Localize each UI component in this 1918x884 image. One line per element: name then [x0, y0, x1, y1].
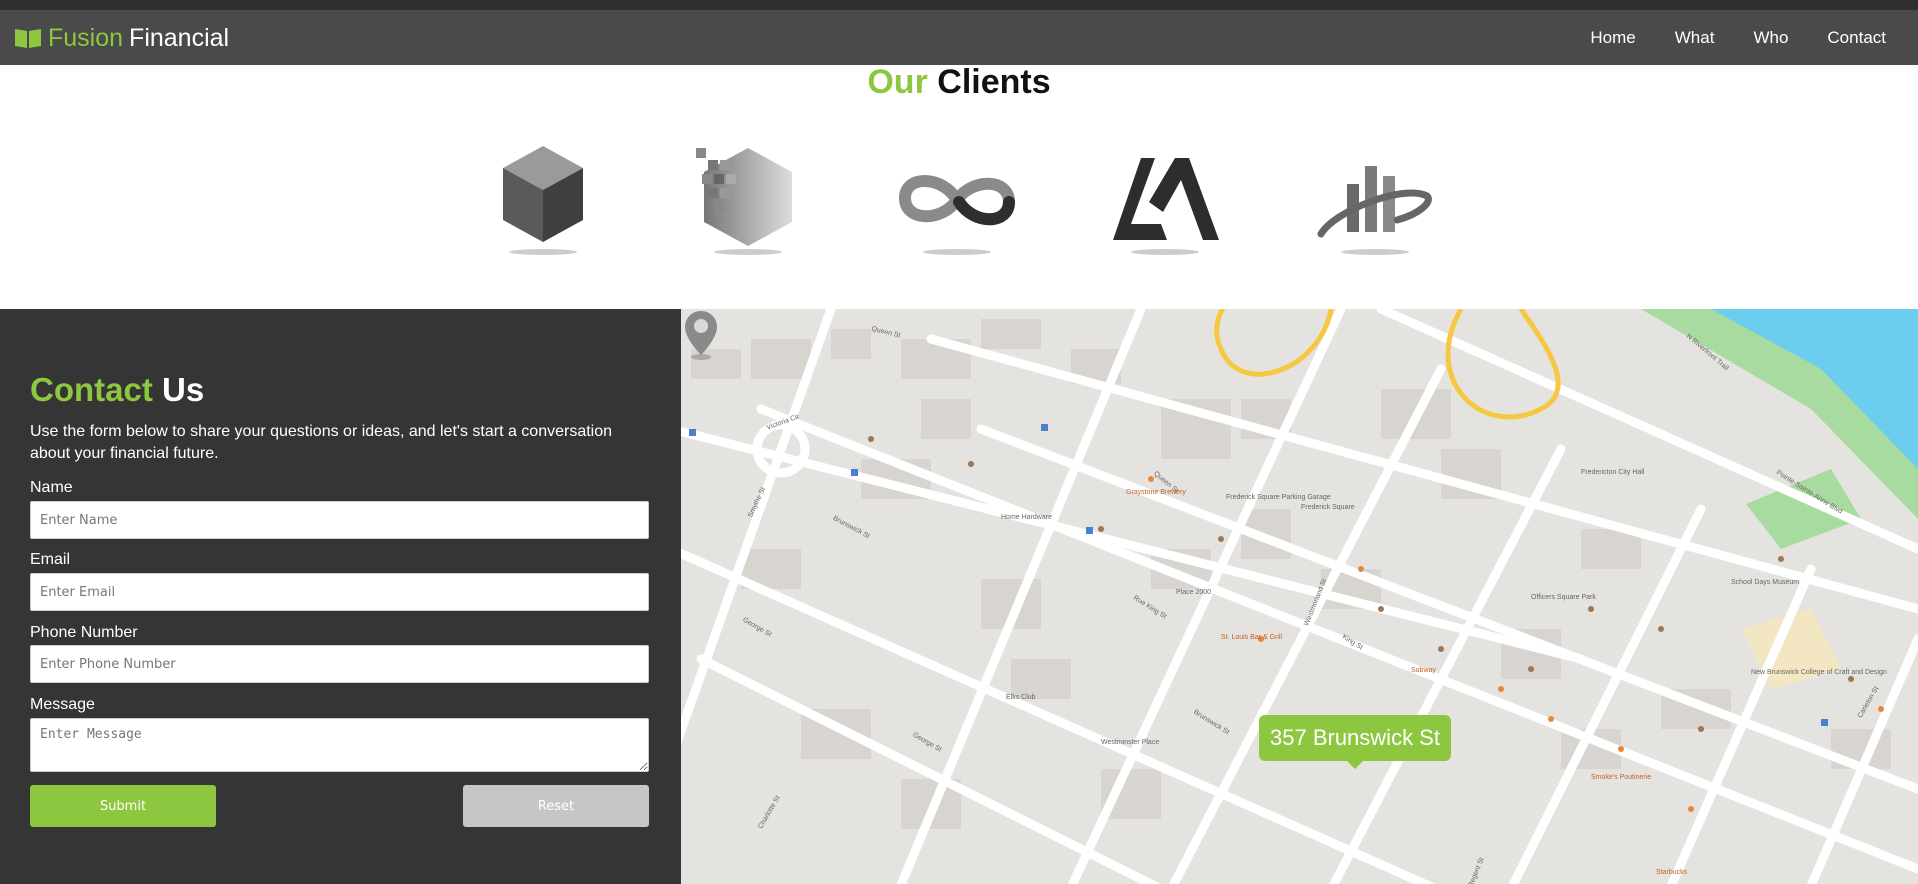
- clients-title-accent: Our: [867, 63, 928, 101]
- top-strip: [0, 0, 1918, 10]
- clients-title-main: Clients: [937, 63, 1051, 101]
- reset-button[interactable]: Reset: [463, 785, 649, 827]
- name-input[interactable]: [30, 501, 649, 539]
- location-map[interactable]: Queen St Queen St Brunswick St Brunswick…: [681, 309, 1918, 884]
- email-label: Email: [30, 551, 71, 568]
- brand-name-text: Financial: [129, 23, 230, 52]
- main-nav: Home What Who Contact: [1551, 10, 1886, 65]
- map-label-elks-club: Elks Club: [1006, 694, 1036, 701]
- map-label-frederick-square-parking: Frederick Square Parking Garage: [1226, 494, 1331, 501]
- brand-logo[interactable]: Fusion Financial: [14, 18, 229, 58]
- map-label-smokes: Smoke's Poutinerie: [1591, 774, 1652, 781]
- map-label-nb-college: New Brunswick College of Craft and Desig…: [1751, 669, 1887, 676]
- map-marker-label[interactable]: 357 Brunswick St: [1259, 715, 1451, 769]
- brand-accent-text: Fusion: [48, 23, 124, 52]
- client-logo-orbit-buildings: [1315, 140, 1435, 260]
- nav-item-contact[interactable]: Contact: [1827, 28, 1886, 48]
- map-canvas: [681, 309, 1918, 884]
- map-pin-icon[interactable]: [681, 309, 721, 361]
- map-label-city-hall: Fredericton City Hall: [1581, 469, 1645, 476]
- map-label-subway: Subway: [1411, 667, 1436, 674]
- map-label-graystone: Graystone Brewery: [1126, 489, 1186, 496]
- contact-intro: Use the form below to share your questio…: [30, 423, 613, 462]
- client-logo-mountain: [1105, 140, 1225, 260]
- client-logo-infinity: [897, 140, 1017, 260]
- clients-title: Our Clients: [0, 63, 1918, 102]
- nav-item-home[interactable]: Home: [1590, 28, 1635, 48]
- nav-item-what[interactable]: What: [1675, 28, 1715, 48]
- name-label: Name: [30, 479, 73, 496]
- client-logos: [0, 140, 1918, 260]
- navbar: Fusion Financial Home What Who Contact: [0, 10, 1918, 65]
- email-input[interactable]: [30, 573, 649, 611]
- message-label: Message: [30, 696, 95, 713]
- map-label-frederick-square: Frederick Square: [1301, 504, 1355, 511]
- submit-button[interactable]: Submit: [30, 785, 216, 827]
- client-logo-pixel-hexagon: [688, 140, 808, 260]
- nav-item-who[interactable]: Who: [1753, 28, 1788, 48]
- phone-label: Phone Number: [30, 624, 138, 641]
- contact-title-accent: Contact: [30, 371, 153, 408]
- contact-title: Contact Us: [30, 371, 204, 409]
- contact-title-main: Us: [162, 371, 205, 408]
- client-logo-cube: [483, 140, 603, 260]
- map-label-st-louis: St. Louis Bar & Grill: [1221, 634, 1283, 641]
- phone-input[interactable]: [30, 645, 649, 683]
- map-label-starbucks: Starbucks: [1656, 869, 1688, 876]
- map-label-school-days-museum: School Days Museum: [1731, 579, 1800, 586]
- map-label-westminster-place: Westminster Place: [1101, 739, 1160, 746]
- map-label-home-hardware: Home Hardware: [1001, 514, 1052, 521]
- message-textarea[interactable]: [30, 718, 649, 772]
- contact-section: Contact Us Use the form below to share y…: [0, 309, 681, 884]
- open-book-icon: [15, 29, 41, 48]
- map-label-officers-square: Officers Square Park: [1531, 594, 1596, 601]
- map-label-place-2000: Place 2000: [1176, 589, 1212, 596]
